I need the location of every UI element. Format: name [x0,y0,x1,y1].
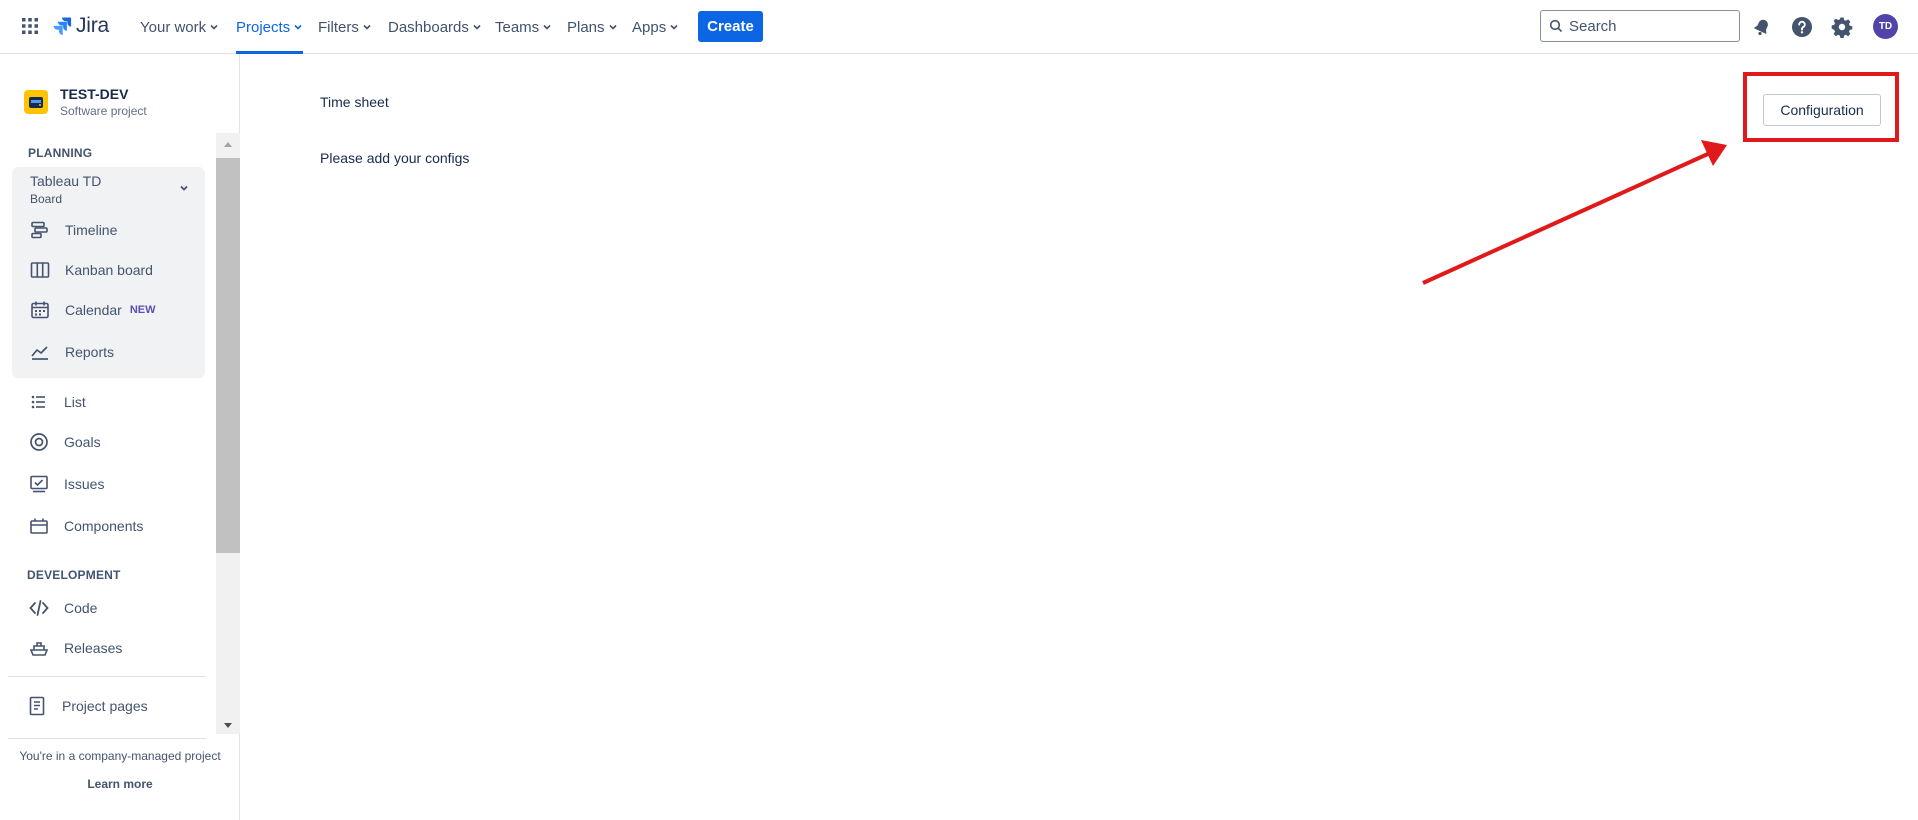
board-selector[interactable]: Tableau TD Board [30,173,200,206]
nav-label: Teams [495,18,540,36]
chevron-down-icon [363,24,371,30]
sidebar-divider [8,738,206,739]
sidebar-item-calendar[interactable]: Calendar NEW [29,298,156,322]
empty-config-message: Please add your configs [320,150,470,166]
help-icon[interactable] [1789,14,1815,40]
scroll-down-arrow-icon[interactable] [220,718,236,732]
nav-label: Apps [632,18,667,36]
sidebar-item-label: Components [64,518,144,534]
sidebar-item-label: Calendar [65,302,122,318]
sidebar-item-list[interactable]: List [28,390,86,414]
goals-icon [28,431,50,453]
sidebar-item-label: Timeline [65,222,118,238]
sidebar-item-label: Project pages [62,698,148,714]
nav-plans[interactable]: Plans [567,0,618,54]
sidebar-item-goals[interactable]: Goals [28,430,101,454]
project-pages-icon [26,695,48,717]
sidebar-item-project-pages[interactable]: Project pages [26,694,148,718]
releases-icon [28,637,50,659]
nav-teams[interactable]: Teams [495,0,552,54]
chevron-down-icon [670,24,678,30]
sidebar-item-label: Goals [64,434,101,450]
sidebar-item-reports[interactable]: Reports [29,340,114,364]
search-icon [1549,19,1563,33]
chevron-down-icon [543,24,551,30]
sidebar-item-label: Releases [64,640,123,656]
notifications-icon[interactable] [1749,14,1775,40]
board-subtitle: Board [30,192,63,206]
board-name: Tableau TD [30,173,102,189]
chevron-down-icon [608,24,617,30]
code-icon [28,597,50,619]
kanban-icon [29,259,51,281]
app-name: Jira [76,14,110,37]
reports-icon [29,341,51,363]
sidebar-item-label: Code [64,600,98,616]
sidebar-item-label: Reports [65,344,115,360]
sidebar-divider [8,676,206,677]
sidebar-item-releases[interactable]: Releases [28,636,122,660]
nav-dashboards[interactable]: Dashboards [388,0,482,54]
sidebar-item-issues[interactable]: Issues [28,472,104,496]
nav-label: Plans [567,18,605,36]
settings-icon[interactable] [1829,14,1855,40]
create-button[interactable]: Create [698,11,763,42]
page-title: Time sheet [320,94,389,110]
project-header[interactable]: TEST-DEV Software project [24,86,147,118]
nav-label: Filters [318,18,359,36]
annotation-arrow [1422,140,1727,285]
annotation-highlight-box [1743,72,1899,142]
learn-more-link[interactable]: Learn more [0,777,240,791]
nav-label: Projects [236,18,291,36]
chevron-down-icon [210,24,218,30]
nav-apps[interactable]: Apps [632,0,679,54]
chevron-down-icon[interactable] [178,182,190,194]
components-icon [28,515,50,537]
planning-section-label: PLANNING [28,146,93,160]
nav-filters[interactable]: Filters [318,0,372,54]
sidebar-item-components[interactable]: Components [28,514,143,538]
list-icon [28,391,50,413]
search-input[interactable] [1569,17,1729,35]
project-type: Software project [60,104,147,118]
sidebar-item-label: Kanban board [65,262,153,278]
nav-projects[interactable]: Projects [236,0,304,54]
new-badge: NEW [129,304,156,316]
sidebar-item-label: List [64,394,86,410]
chevron-down-icon [294,24,302,30]
app-switcher-icon[interactable] [20,16,40,36]
jira-logo[interactable]: Jira [52,13,109,39]
nav-label: Your work [140,18,207,36]
development-section-label: DEVELOPMENT [27,568,121,582]
project-name: TEST-DEV [60,86,129,102]
chevron-down-icon [473,24,481,30]
user-avatar[interactable]: TD [1873,14,1898,39]
issues-icon [28,473,50,495]
top-navigation: Jira Your work Projects Filters Dashboar… [0,0,1918,54]
company-managed-note: You're in a company-managed project [19,749,221,763]
nav-label: Dashboards [388,18,469,36]
calendar-icon [29,299,51,321]
sidebar-item-label: Issues [64,476,105,492]
nav-your-work[interactable]: Your work [140,0,219,54]
sidebar-scrollbar-thumb[interactable] [216,158,240,553]
sidebar-item-kanban-board[interactable]: Kanban board [29,258,153,282]
scroll-up-arrow-icon[interactable] [220,138,236,152]
project-avatar-icon [24,90,48,114]
jira-logo-icon [53,17,72,35]
sidebar-item-code[interactable]: Code [28,596,97,620]
project-sidebar: TEST-DEV Software project PLANNING Table… [0,54,240,820]
timeline-icon [29,219,51,241]
sidebar-item-timeline[interactable]: Timeline [29,218,117,242]
search-box[interactable] [1540,10,1740,42]
